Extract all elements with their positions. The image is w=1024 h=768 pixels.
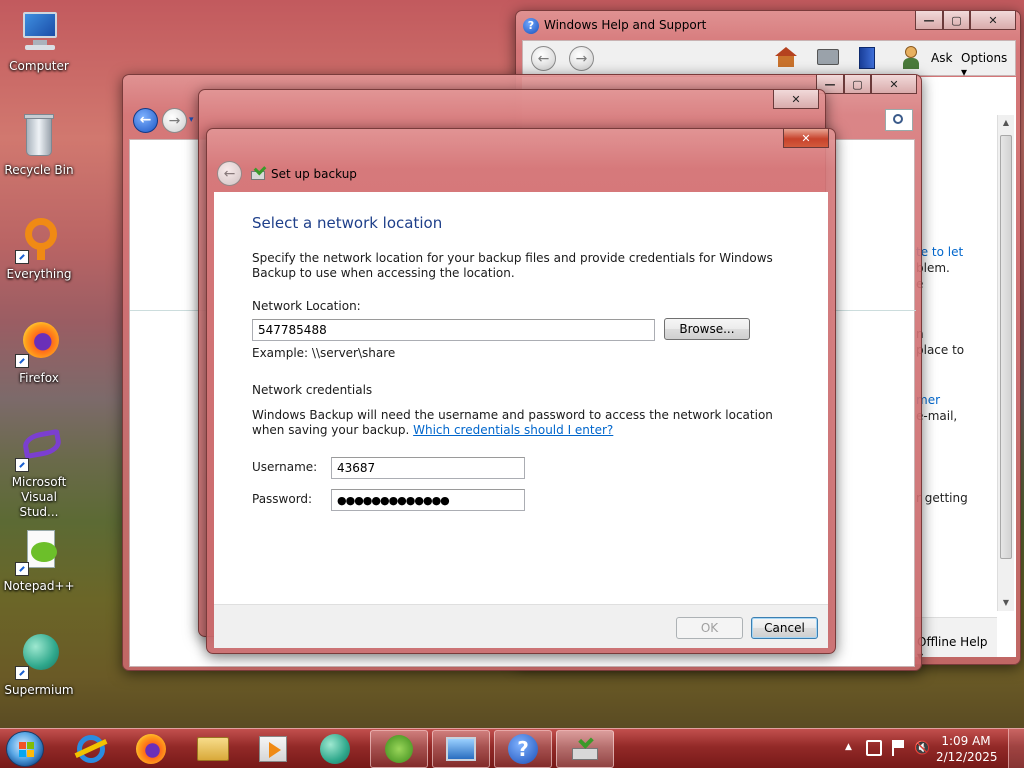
computer-icon (15, 8, 63, 56)
supermium-icon (320, 734, 350, 764)
recent-pages-icon[interactable]: ▾ (189, 115, 194, 125)
maximize-button[interactable]: ▢ (943, 11, 970, 30)
forward-button[interactable]: → (569, 46, 594, 71)
back-button[interactable]: ← (217, 161, 242, 186)
help-icon: ? (508, 734, 538, 764)
help-side-text: te to let blem. e n place to mer e-mail,… (916, 245, 968, 505)
username-input[interactable]: 43687 (331, 457, 525, 479)
desktop-icon-notepadpp[interactable]: Notepad++ (0, 528, 78, 594)
options-button[interactable]: Options ▾ (961, 51, 1015, 79)
search-box[interactable] (885, 109, 913, 131)
network-location-label: Network Location: (252, 299, 361, 313)
browse-button[interactable]: Browse... (664, 318, 750, 340)
credentials-heading: Network credentials (252, 383, 373, 397)
maximize-button[interactable]: ▢ (844, 75, 871, 94)
password-label: Password: (252, 492, 313, 506)
which-credentials-link[interactable]: Which credentials should I enter? (413, 423, 613, 437)
password-input[interactable]: ●●●●●●●●●●●●● (331, 489, 525, 511)
close-button[interactable]: ✕ (970, 11, 1016, 30)
supermium-icon (15, 632, 63, 680)
ask-button[interactable]: Ask (931, 51, 952, 65)
scroll-thumb[interactable] (1000, 135, 1012, 559)
action-center-flag-icon[interactable] (892, 740, 906, 756)
desktop-icon-supermium[interactable]: Supermium (0, 632, 78, 698)
intro-text: Specify the network location for your ba… (252, 251, 773, 280)
help-scrollbar[interactable]: ▲ ▼ (997, 115, 1014, 611)
offline-help-button[interactable]: Offline Help ▾ (917, 635, 997, 663)
shortcut-arrow-icon (15, 562, 29, 576)
scroll-down-icon[interactable]: ▼ (998, 595, 1014, 611)
network-location-input[interactable]: 547785488 (252, 319, 655, 341)
taskbar-help[interactable]: ? (494, 730, 552, 768)
close-button[interactable]: ✕ (783, 129, 829, 148)
help-status-bar: Offline Help ▾ (911, 617, 997, 663)
windows-update-icon (385, 735, 413, 763)
backup-icon (251, 162, 267, 181)
internet-explorer-icon (74, 735, 108, 763)
taskbar: ? ▲ 🔇 1:09 AM 2/12/2025 (0, 728, 1024, 768)
back-button[interactable]: ← (531, 46, 556, 71)
desktop-icon-computer[interactable]: Computer (0, 8, 78, 74)
everything-icon (15, 216, 63, 264)
close-button[interactable]: ✕ (773, 90, 819, 109)
taskbar-internet-explorer[interactable] (62, 730, 120, 768)
taskbar-remote-desktop[interactable] (432, 730, 490, 768)
home-icon[interactable] (775, 47, 797, 67)
desktop-icon-visual-studio[interactable]: Microsoft Visual Stud... (0, 424, 78, 520)
network-icon[interactable] (866, 740, 882, 756)
shortcut-arrow-icon (15, 354, 29, 368)
notepadpp-icon (15, 528, 63, 576)
ok-button[interactable]: OK (676, 617, 743, 639)
forward-button[interactable]: → (162, 108, 187, 133)
show-hidden-icons-button[interactable]: ▲ (845, 742, 852, 752)
remote-desktop-icon (446, 737, 476, 761)
backup-icon (570, 733, 600, 762)
volume-muted-icon[interactable]: 🔇 (914, 741, 930, 756)
start-button[interactable] (6, 731, 44, 767)
shortcut-arrow-icon (15, 666, 29, 680)
desktop-icon-firefox[interactable]: Firefox (0, 320, 78, 386)
dialog-title: Set up backup (271, 167, 357, 181)
desktop-icon-recycle-bin[interactable]: Recycle Bin (0, 112, 78, 178)
browse-help-icon[interactable] (859, 47, 875, 69)
shortcut-arrow-icon (15, 250, 29, 264)
taskbar-backup[interactable] (556, 730, 614, 768)
media-player-icon (259, 736, 287, 762)
cancel-button[interactable]: Cancel (751, 617, 818, 639)
help-window-title: Windows Help and Support (544, 18, 707, 32)
page-heading: Select a network location (252, 214, 443, 232)
desktop-icon-everything[interactable]: Everything (0, 216, 78, 282)
taskbar-windows-update[interactable] (370, 730, 428, 768)
recycle-bin-icon (15, 112, 63, 160)
search-icon (893, 114, 903, 124)
dialog-footer: OK Cancel (214, 604, 828, 648)
file-explorer-icon (197, 737, 229, 761)
taskbar-supermium[interactable] (306, 730, 364, 768)
clock[interactable]: 1:09 AM 2/12/2025 (936, 733, 998, 765)
taskbar-file-explorer[interactable] (184, 730, 242, 768)
ask-icon[interactable] (901, 46, 921, 70)
taskbar-media-player[interactable] (244, 730, 302, 768)
help-icon: ? (523, 18, 539, 34)
example-text: Example: \\server\share (252, 346, 396, 360)
shortcut-arrow-icon (15, 458, 29, 472)
dialog-content: Select a network location Specify the ne… (214, 192, 828, 604)
close-button[interactable]: ✕ (871, 75, 917, 94)
username-label: Username: (252, 460, 318, 474)
print-icon[interactable] (817, 49, 839, 65)
taskbar-firefox[interactable] (122, 730, 180, 768)
setup-backup-dialog: ✕ ← Set up backup Select a network locat… (206, 128, 836, 654)
credentials-text: Windows Backup will need the username an… (252, 408, 773, 437)
minimize-button[interactable]: — (915, 11, 943, 30)
scroll-up-icon[interactable]: ▲ (998, 115, 1014, 131)
visual-studio-icon (15, 424, 63, 472)
show-desktop-button[interactable] (1008, 729, 1024, 768)
help-toolbar: ← → Ask Options ▾ (522, 40, 1016, 79)
back-button[interactable]: ← (133, 108, 158, 133)
firefox-icon (15, 320, 63, 368)
firefox-icon (136, 734, 166, 764)
